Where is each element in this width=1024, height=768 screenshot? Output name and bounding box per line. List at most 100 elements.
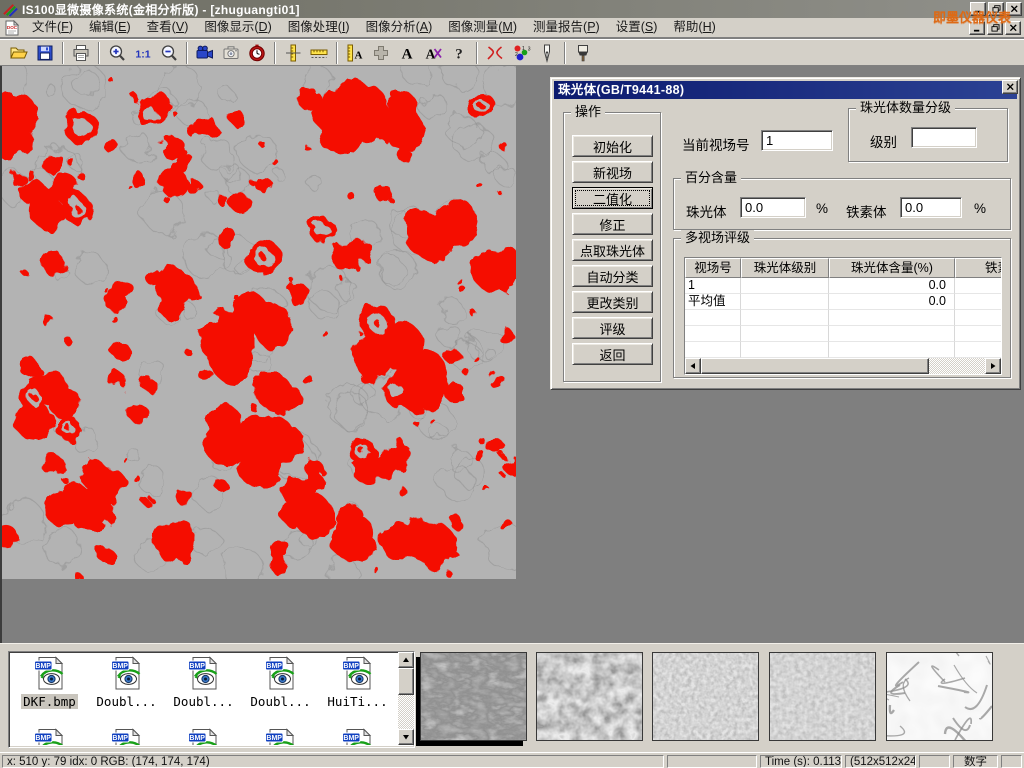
auto-classify-button[interactable]: 自动分类 bbox=[572, 265, 653, 287]
thumbnail-4[interactable] bbox=[769, 652, 876, 741]
minimize-button[interactable] bbox=[970, 2, 986, 16]
thumbnail-1[interactable] bbox=[420, 652, 527, 741]
file-name[interactable]: Doubl... bbox=[242, 694, 319, 709]
svg-text:BMP: BMP bbox=[112, 663, 128, 670]
scrollbar-track[interactable] bbox=[929, 358, 985, 374]
menu-bar: DOC 文件(F) 编辑(E) 查看(V) 图像显示(D) 图像处理(I) 图像… bbox=[0, 18, 1024, 38]
svg-text:BMP: BMP bbox=[189, 663, 205, 670]
file-browser-scrollbar[interactable] bbox=[398, 652, 414, 745]
help-icon[interactable]: ? bbox=[446, 41, 472, 65]
bmp-file-icon: BMP bbox=[341, 728, 375, 745]
bmp-file-icon: BMP bbox=[264, 656, 298, 690]
camera-icon[interactable] bbox=[218, 41, 244, 65]
current-field-input[interactable] bbox=[761, 130, 833, 151]
actual-size-icon[interactable]: 1:1 bbox=[130, 41, 156, 65]
bottom-panel: BMPDKF.bmp BMPDoubl... BMPDoubl... BMPDo… bbox=[0, 643, 1024, 752]
restore-button[interactable] bbox=[988, 2, 1004, 16]
scrollbar-thumb[interactable] bbox=[701, 358, 929, 374]
change-class-button[interactable]: 更改类别 bbox=[572, 291, 653, 313]
timer-icon[interactable] bbox=[244, 41, 270, 65]
mdi-minimize-button[interactable] bbox=[969, 21, 985, 35]
table-row[interactable]: 10.0 bbox=[685, 278, 1002, 294]
scrollbar-thumb[interactable] bbox=[398, 668, 414, 695]
camcorder-icon[interactable] bbox=[192, 41, 218, 65]
save-icon[interactable] bbox=[32, 41, 58, 65]
menu-measure-report[interactable]: 测量报告(P) bbox=[525, 18, 608, 37]
menu-view[interactable]: 查看(V) bbox=[139, 18, 197, 37]
zoom-out-icon[interactable] bbox=[156, 41, 182, 65]
file-name[interactable]: Doubl... bbox=[88, 694, 165, 709]
file-item[interactable]: BMPHuiTi... bbox=[319, 656, 396, 709]
table-row-empty bbox=[685, 342, 1002, 358]
bmp-file-icon: BMP bbox=[110, 728, 144, 745]
mdi-close-button[interactable] bbox=[1005, 21, 1021, 35]
toolbar-separator bbox=[98, 42, 100, 64]
pen-nib-icon[interactable] bbox=[534, 41, 560, 65]
dialog-title-bar[interactable]: 珠光体(GB/T9441-88) bbox=[554, 81, 1017, 99]
toolbar-separator bbox=[336, 42, 338, 64]
menu-edit[interactable]: 编辑(E) bbox=[81, 18, 139, 37]
col-field-number: 视场号 bbox=[685, 258, 741, 278]
operations-group-label: 操作 bbox=[571, 104, 605, 120]
menu-settings[interactable]: 设置(S) bbox=[608, 18, 666, 37]
open-file-icon[interactable] bbox=[6, 41, 32, 65]
binarize-button[interactable]: 二值化 bbox=[572, 187, 653, 209]
rate-button[interactable]: 评级 bbox=[572, 317, 653, 339]
menu-image-measure[interactable]: 图像测量(M) bbox=[440, 18, 525, 37]
menu-help[interactable]: 帮助(H) bbox=[665, 18, 723, 37]
file-name[interactable]: DKF.bmp bbox=[21, 694, 78, 709]
svg-text:2: 2 bbox=[515, 52, 518, 58]
file-item[interactable]: BMP Doubl... bbox=[88, 656, 165, 709]
pick-pearlite-button[interactable]: 点取珠光体 bbox=[572, 239, 653, 261]
horizontal-ruler-icon[interactable] bbox=[306, 41, 332, 65]
print-icon[interactable] bbox=[68, 41, 94, 65]
scroll-up-arrow[interactable] bbox=[398, 652, 414, 668]
zoom-in-icon[interactable] bbox=[104, 41, 130, 65]
initialize-button[interactable]: 初始化 bbox=[572, 135, 653, 157]
menu-image-display[interactable]: 图像显示(D) bbox=[196, 18, 279, 37]
menu-image-processing[interactable]: 图像处理(I) bbox=[280, 18, 358, 37]
table-horizontal-scrollbar[interactable] bbox=[685, 358, 1001, 374]
grade-label: 级别 bbox=[870, 131, 897, 151]
dialog-close-button[interactable] bbox=[1002, 80, 1018, 94]
status-time: Time (s): 0.113 bbox=[760, 755, 842, 768]
file-item[interactable]: BMPDKF.bmp bbox=[11, 656, 88, 709]
annotate-ruler-icon[interactable]: A bbox=[342, 41, 368, 65]
menu-image-analysis[interactable]: 图像分析(A) bbox=[358, 18, 441, 37]
text-delete-icon[interactable]: A bbox=[420, 41, 446, 65]
ferrite-percent-input[interactable] bbox=[900, 197, 962, 218]
file-item[interactable]: BMP Doubl... bbox=[242, 656, 319, 709]
correct-button[interactable]: 修正 bbox=[572, 213, 653, 235]
close-button[interactable] bbox=[1006, 2, 1022, 16]
file-item-clipped[interactable]: BMP bbox=[319, 728, 396, 745]
thumbnail-3[interactable] bbox=[652, 652, 759, 741]
scroll-right-arrow[interactable] bbox=[985, 358, 1001, 374]
cross-marker-icon[interactable] bbox=[368, 41, 394, 65]
file-item-clipped[interactable]: BMP bbox=[11, 728, 88, 745]
curve-delete-icon[interactable] bbox=[482, 41, 508, 65]
file-item[interactable]: BMP Doubl... bbox=[165, 656, 242, 709]
file-name[interactable]: HuiTi... bbox=[319, 694, 396, 709]
grade-input[interactable] bbox=[911, 127, 977, 148]
text-icon[interactable]: A bbox=[394, 41, 420, 65]
menu-file[interactable]: 文件(F) bbox=[24, 18, 81, 37]
file-item-clipped[interactable]: BMP bbox=[165, 728, 242, 745]
classify-balls-icon[interactable]: 132 bbox=[508, 41, 534, 65]
thumbnail-5[interactable] bbox=[886, 652, 993, 741]
file-name[interactable]: Doubl... bbox=[165, 694, 242, 709]
thumbnail-2[interactable] bbox=[536, 652, 643, 741]
pearlite-percent-input[interactable] bbox=[740, 197, 806, 218]
new-field-button[interactable]: 新视场 bbox=[572, 161, 653, 183]
table-row[interactable]: 平均值0.0 bbox=[685, 294, 1002, 310]
file-item-clipped[interactable]: BMP bbox=[88, 728, 165, 745]
vertical-ruler-icon[interactable] bbox=[280, 41, 306, 65]
return-button[interactable]: 返回 bbox=[572, 343, 653, 365]
mdi-restore-button[interactable] bbox=[987, 21, 1003, 35]
metallographic-image[interactable] bbox=[2, 66, 516, 579]
scroll-down-arrow[interactable] bbox=[398, 729, 414, 745]
brush-icon[interactable] bbox=[570, 41, 596, 65]
status-image-size: (512x512x24) bbox=[845, 755, 916, 768]
scroll-left-arrow[interactable] bbox=[685, 358, 701, 374]
scrollbar-track[interactable] bbox=[398, 695, 414, 729]
file-item-clipped[interactable]: BMP bbox=[242, 728, 319, 745]
